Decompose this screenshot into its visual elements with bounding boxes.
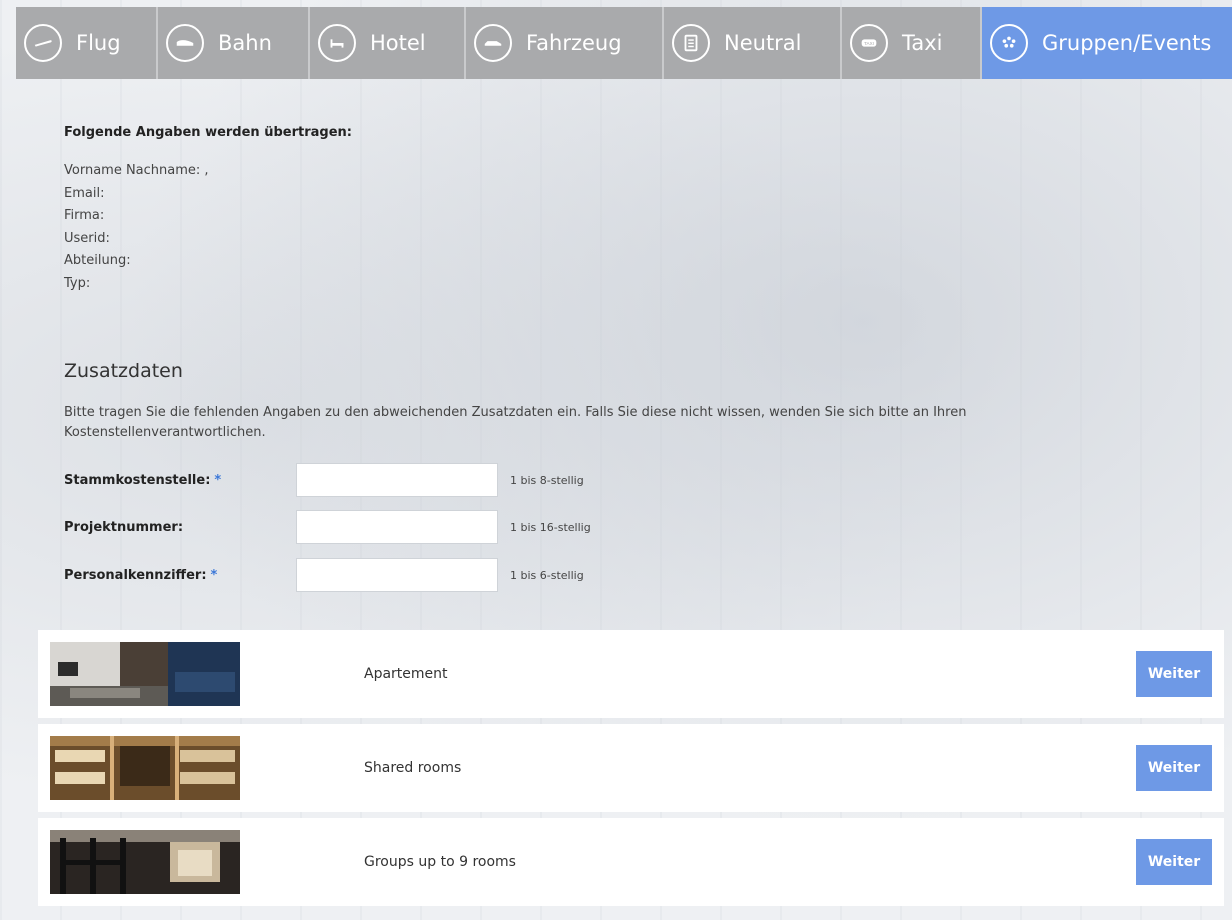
accommodation-row-apartement: Apartement Weiter — [38, 630, 1224, 718]
accommodation-label: Shared rooms — [364, 760, 462, 776]
weiter-button[interactable]: Weiter — [1136, 745, 1212, 791]
section-title-zusatzdaten: Zusatzdaten — [64, 360, 183, 382]
tab-label: Taxi — [902, 31, 943, 55]
transfer-field-email: Email: — [64, 185, 105, 201]
svg-text:TAXI: TAXI — [864, 41, 874, 46]
accommodation-label: Apartement — [364, 666, 448, 682]
transfer-field-abteilung: Abteilung: — [64, 253, 131, 268]
tab-label: Gruppen/Events — [1042, 31, 1212, 55]
train-icon — [166, 24, 204, 62]
groups-photo — [50, 830, 240, 894]
bed-icon — [318, 24, 356, 62]
section-description: Bitte tragen Sie die fehlenden Angaben z… — [64, 405, 967, 440]
transfer-field-typ: Typ: — [64, 275, 91, 291]
taxi-icon: TAXI — [850, 24, 888, 62]
accommodation-row-shared-rooms: Shared rooms Weiter — [38, 724, 1224, 812]
tab-label: Hotel — [370, 31, 426, 55]
field-label-text: Stammkostenstelle: — [64, 472, 211, 488]
projektnummer-input[interactable] — [296, 510, 498, 544]
weiter-button[interactable]: Weiter — [1136, 651, 1212, 697]
booking-type-nav: Flug Bahn Hotel Fahrzeug Neutral TAXI Ta… — [16, 7, 1232, 79]
tab-neutral[interactable]: Neutral — [664, 7, 842, 79]
field-label: Personalkennziffer: * — [64, 568, 296, 583]
plane-icon — [24, 24, 62, 62]
field-label-text: Personalkennziffer: — [64, 567, 207, 583]
required-marker: * — [210, 567, 218, 583]
group-icon — [990, 24, 1028, 62]
tab-flug[interactable]: Flug — [16, 7, 158, 79]
form-row-personalkennziffer: Personalkennziffer: * 1 bis 6-stellig — [64, 557, 584, 593]
form-row-projektnummer: Projektnummer: 1 bis 16-stellig — [64, 509, 591, 545]
transfer-field-userid: Userid: — [64, 230, 110, 246]
field-hint: 1 bis 6-stellig — [510, 568, 584, 582]
tab-gruppen-events[interactable]: Gruppen/Events — [982, 7, 1232, 79]
apartment-photo — [50, 642, 240, 706]
field-label-text: Projektnummer: — [64, 519, 184, 535]
car-icon — [474, 24, 512, 62]
tab-label: Bahn — [218, 31, 272, 55]
transfer-fields: Vorname Nachname: , Email: Firma: Userid… — [64, 160, 209, 295]
field-hint: 1 bis 16-stellig — [510, 520, 591, 534]
stammkostenstelle-input[interactable] — [296, 463, 498, 497]
tab-bahn[interactable]: Bahn — [158, 7, 310, 79]
tab-fahrzeug[interactable]: Fahrzeug — [466, 7, 664, 79]
field-label: Projektnummer: — [64, 520, 296, 535]
tab-label: Flug — [76, 31, 121, 55]
required-marker: * — [214, 472, 222, 488]
accommodation-row-groups: Groups up to 9 rooms Weiter — [38, 818, 1224, 906]
tab-hotel[interactable]: Hotel — [310, 7, 466, 79]
tab-taxi[interactable]: TAXI Taxi — [842, 7, 982, 79]
field-label: Stammkostenstelle: * — [64, 473, 296, 488]
form-row-stammkostenstelle: Stammkostenstelle: * 1 bis 8-stellig — [64, 462, 584, 498]
personalkennziffer-input[interactable] — [296, 558, 498, 592]
transfer-field-name: Vorname Nachname: , — [64, 163, 209, 178]
tab-label: Fahrzeug — [526, 31, 622, 55]
tab-label: Neutral — [724, 31, 802, 55]
transfer-field-firma: Firma: — [64, 208, 105, 223]
field-hint: 1 bis 8-stellig — [510, 473, 584, 487]
shared-rooms-photo — [50, 736, 240, 800]
weiter-button[interactable]: Weiter — [1136, 839, 1212, 885]
clipboard-icon — [672, 24, 710, 62]
accommodation-label: Groups up to 9 rooms — [364, 854, 516, 870]
transfer-title: Folgende Angaben werden übertragen: — [64, 125, 352, 140]
